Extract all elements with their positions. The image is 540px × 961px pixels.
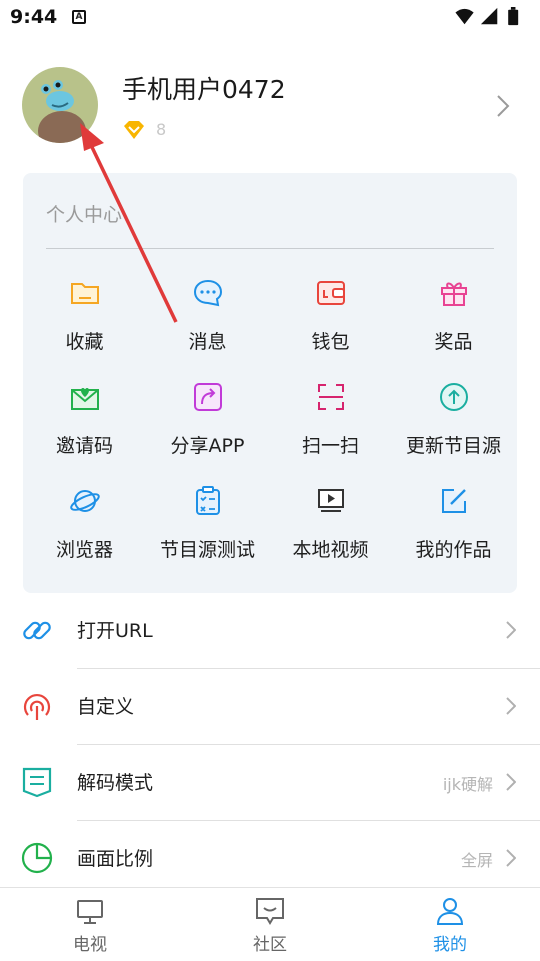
- grid-item-label: 我的作品: [415, 539, 492, 561]
- grid-item-scan[interactable]: 扫一扫: [269, 381, 392, 477]
- share-icon: [194, 383, 222, 411]
- grid-item-label: 消息: [188, 331, 227, 353]
- profile-header[interactable]: 手机用户0472 8: [0, 36, 540, 176]
- divider: [46, 248, 494, 249]
- username: 手机用户0472: [122, 75, 286, 104]
- grid-item-label: 浏览器: [55, 539, 113, 561]
- tv-icon: [77, 900, 103, 924]
- tab-mine[interactable]: 我的: [360, 888, 540, 961]
- grid-item-source-test[interactable]: 节目源测试: [146, 485, 269, 581]
- grid-item-label: 扫一扫: [301, 435, 359, 457]
- grid-item-local-video[interactable]: 本地视频: [269, 485, 392, 581]
- tab-tv[interactable]: 电视: [0, 888, 180, 961]
- battery-icon: [508, 7, 519, 26]
- list-item-value: 全屏: [460, 851, 493, 870]
- chevron-right-icon: [506, 697, 516, 715]
- avatar-image: [22, 67, 98, 143]
- video-icon: [318, 489, 344, 512]
- list-item-value: ijk硬解: [442, 775, 493, 794]
- scan-icon: [318, 384, 344, 410]
- user-icon: [436, 898, 464, 925]
- a-icon: A: [72, 10, 86, 24]
- grid-item-label: 节目源测试: [159, 539, 255, 561]
- wallet-icon: [317, 281, 345, 305]
- list-item-label: 解码模式: [77, 772, 154, 794]
- wifi-icon: [455, 8, 474, 25]
- personal-center-card: 个人中心 收藏 消息 钱包 奖品 邀请码 分享APP 扫一扫 更新节目源 浏览器: [23, 173, 517, 593]
- tab-community[interactable]: 社区: [180, 888, 360, 961]
- list-item-label: 打开URL: [77, 620, 153, 642]
- list-item-open-url[interactable]: 打开URL: [0, 593, 540, 669]
- link-icon: [23, 621, 51, 640]
- grid-item-share-app[interactable]: 分享APP: [146, 381, 269, 477]
- grid-item-wallet[interactable]: 钱包: [269, 277, 392, 373]
- cell-signal-icon: [480, 7, 498, 25]
- planet-icon: [70, 490, 100, 512]
- grid-item-browser[interactable]: 浏览器: [23, 485, 146, 581]
- upload-circle-icon: [440, 383, 468, 411]
- decode-doc-icon: [22, 767, 52, 798]
- gift-icon: [441, 282, 467, 306]
- grid-item-update-source[interactable]: 更新节目源: [392, 381, 515, 477]
- grid-item-label: 邀请码: [55, 435, 113, 457]
- grid-item-label: 本地视频: [292, 539, 369, 561]
- list-item-custom[interactable]: 自定义: [0, 669, 540, 745]
- grid-item-label: 分享APP: [170, 435, 245, 457]
- broadcast-icon: [23, 693, 51, 720]
- bottom-tab-bar: 电视 社区 我的: [0, 887, 540, 960]
- list-item-label: 画面比例: [77, 848, 154, 870]
- grid-item-invite-code[interactable]: 邀请码: [23, 381, 146, 477]
- list-item-aspect-ratio[interactable]: 画面比例 全屏: [0, 821, 540, 897]
- diamond-icon: [124, 121, 144, 139]
- chevron-right-icon[interactable]: [496, 94, 510, 118]
- status-time: 9:44: [10, 6, 58, 28]
- pie-chart-icon: [21, 842, 53, 874]
- community-chat-icon: [256, 898, 284, 925]
- edit-square-icon: [442, 489, 466, 513]
- list-item-label: 自定义: [77, 696, 135, 718]
- grid-item-messages[interactable]: 消息: [146, 277, 269, 373]
- chat-bubble-icon: [193, 279, 223, 307]
- tab-label: 电视: [73, 935, 107, 955]
- system-status-icons: [455, 7, 519, 26]
- folder-icon: [71, 283, 99, 304]
- tab-label: 我的: [433, 935, 467, 955]
- grid-item-label: 钱包: [311, 331, 350, 353]
- chevron-right-icon: [506, 621, 516, 639]
- grid-item-label: 更新节目源: [405, 435, 501, 457]
- avatar[interactable]: [22, 67, 98, 143]
- grid-item-my-works[interactable]: 我的作品: [392, 485, 515, 581]
- grid-item-prizes[interactable]: 奖品: [392, 277, 515, 373]
- grid-item-label: 收藏: [65, 331, 104, 353]
- envelope-heart-icon: [71, 388, 99, 410]
- list-item-decode-mode[interactable]: 解码模式 ijk硬解: [0, 745, 540, 821]
- grid-item-label: 奖品: [434, 331, 473, 353]
- grid-item-favorites[interactable]: 收藏: [23, 277, 146, 373]
- status-bar: 9:44 A: [0, 0, 540, 36]
- clipboard-check-icon: [196, 486, 220, 515]
- chevron-right-icon: [506, 849, 516, 867]
- user-level: 8: [156, 120, 167, 139]
- personal-center-title: 个人中心: [46, 204, 123, 226]
- chevron-right-icon: [506, 773, 516, 791]
- tab-label: 社区: [253, 935, 287, 955]
